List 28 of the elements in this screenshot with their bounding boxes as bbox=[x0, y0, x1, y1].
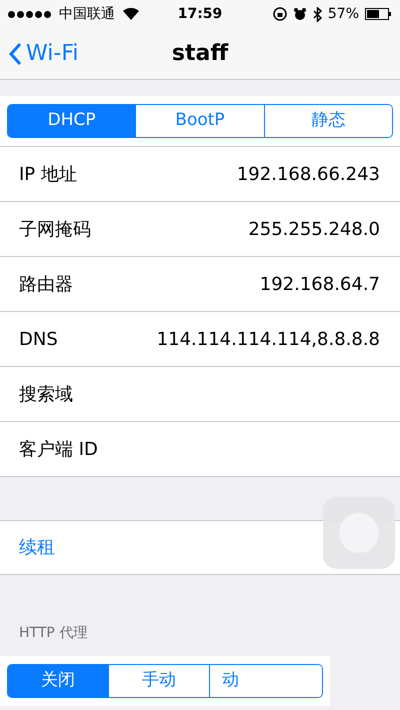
row-value: 192.168.64.7 bbox=[260, 272, 380, 296]
row-label: 搜索域 bbox=[19, 382, 73, 406]
assistive-touch-button[interactable] bbox=[323, 497, 395, 569]
page-title: staff bbox=[172, 40, 228, 68]
segment-tab[interactable]: 静态 bbox=[264, 105, 392, 137]
row-value: 114.114.114.114,8.8.8.8 bbox=[156, 328, 380, 352]
row-value: 255.255.248.0 bbox=[248, 218, 380, 242]
chevron-left-icon bbox=[8, 42, 22, 66]
back-button[interactable]: Wi-Fi bbox=[0, 37, 78, 70]
battery-percent: 57% bbox=[328, 4, 360, 24]
row-label: 子网掩码 bbox=[19, 218, 91, 242]
row-label: DNS bbox=[19, 328, 58, 352]
wifi-icon bbox=[123, 8, 139, 20]
battery-icon bbox=[365, 8, 392, 20]
row-label: IP 地址 bbox=[19, 162, 77, 186]
renew-lease-button[interactable]: 续租 bbox=[19, 534, 55, 561]
row-value: 192.168.66.243 bbox=[236, 162, 380, 186]
row-label: 客户端 ID bbox=[19, 438, 98, 462]
signal-icon bbox=[8, 10, 51, 18]
segment-tab[interactable]: 动 bbox=[209, 665, 322, 697]
rotation-lock-icon bbox=[272, 7, 287, 21]
carrier-name: 中国联通 bbox=[59, 4, 115, 24]
segment-tab[interactable]: 关闭 bbox=[8, 665, 108, 697]
segment-tab[interactable]: DHCP bbox=[8, 105, 136, 137]
section-header: HTTP 代理 bbox=[18, 624, 88, 643]
bluetooth-icon bbox=[312, 6, 322, 22]
clock: 17:59 bbox=[178, 4, 222, 24]
row-label: 路由器 bbox=[19, 272, 73, 296]
